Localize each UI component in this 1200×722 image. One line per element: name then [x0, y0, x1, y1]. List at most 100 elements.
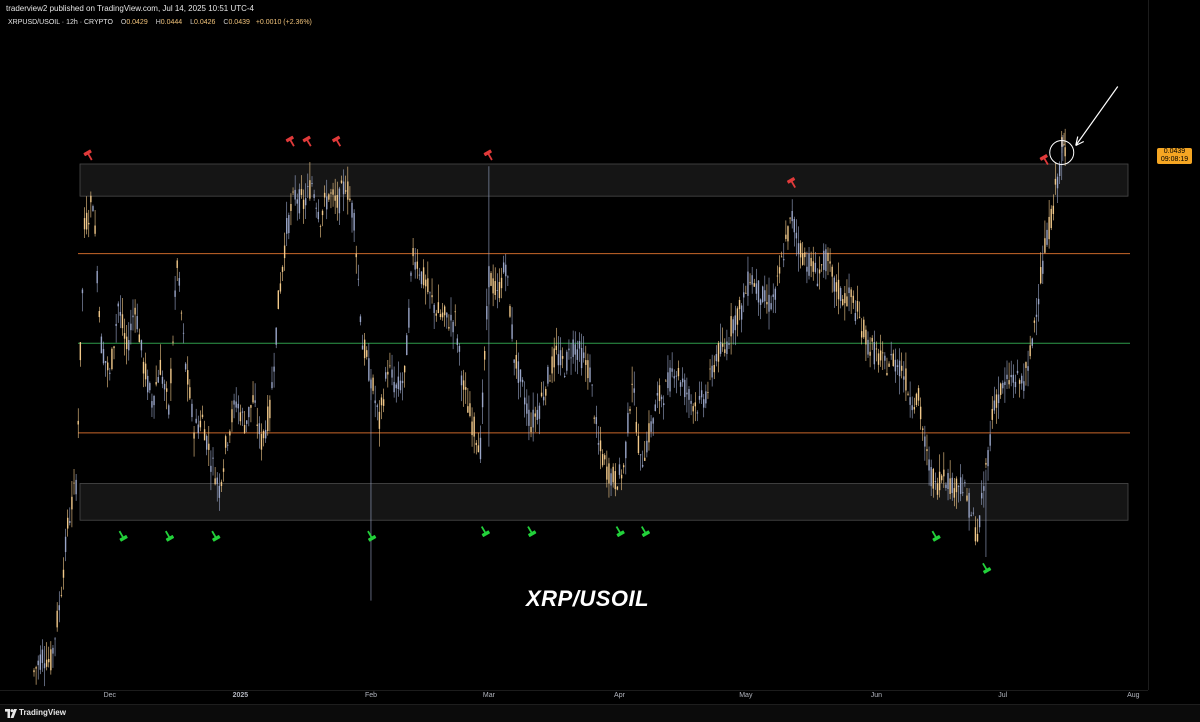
candle-body	[454, 311, 456, 313]
candle-body	[734, 315, 737, 331]
candle-body	[542, 396, 545, 401]
candle-body	[802, 253, 804, 265]
price-chart[interactable]: 0.05000.04900.04800.04700.04600.04500.04…	[0, 0, 1200, 721]
buy-marker-icon-head	[119, 535, 128, 542]
candle-body	[806, 266, 808, 272]
candle-body	[665, 380, 667, 382]
candle-body	[604, 455, 606, 460]
candle-body	[1004, 381, 1006, 385]
candle-body	[684, 379, 686, 398]
time-axis[interactable]	[0, 690, 1148, 705]
candle-body	[521, 379, 524, 383]
symbol-legend[interactable]: XRPUSD/USOIL · 12h · CRYPTO O0.0429 H0.0…	[8, 19, 312, 26]
candle-body	[279, 283, 282, 292]
highlight-arrow-line	[1075, 86, 1119, 146]
low-value: 0.0426	[194, 19, 216, 26]
candle-body	[580, 348, 583, 369]
candle-body	[926, 449, 928, 452]
candle-body	[41, 649, 44, 663]
chart-area[interactable]: 0.05000.04900.04800.04700.04600.04500.04…	[0, 0, 1200, 721]
candle-body	[827, 252, 829, 262]
candle-body	[269, 399, 271, 419]
candle-body	[462, 380, 465, 390]
price-axis[interactable]	[1148, 0, 1200, 690]
candle-body	[330, 192, 332, 194]
candle-body	[410, 272, 412, 276]
candle-body	[585, 360, 587, 365]
bar-countdown: 09:08:19	[1160, 156, 1189, 163]
candle-body	[974, 527, 977, 542]
candle-body	[616, 486, 619, 490]
candle-body	[414, 262, 416, 270]
candle-body	[502, 262, 505, 273]
candle-body	[201, 414, 204, 418]
candle-body	[477, 445, 480, 453]
candle-body	[648, 423, 650, 443]
candle-body	[210, 465, 212, 472]
footer-brand[interactable]: TradingView	[19, 708, 66, 717]
candle-body	[1016, 370, 1019, 374]
tradingview-logo-icon[interactable]	[5, 709, 17, 718]
candle-body	[890, 354, 892, 356]
candle-body	[907, 393, 909, 395]
candle-body	[776, 275, 779, 277]
candle-body	[351, 202, 353, 218]
candle-body	[922, 428, 924, 430]
candle-body	[366, 350, 368, 357]
candle-body	[842, 299, 844, 305]
candle-body	[622, 465, 625, 468]
candle-body	[1010, 374, 1012, 378]
candle-body	[715, 354, 718, 362]
candle-body	[589, 367, 591, 383]
candle-body	[496, 290, 499, 291]
candle-body	[656, 393, 659, 396]
candle-body	[494, 281, 496, 295]
published-caption: traderview2 published on TradingView.com…	[6, 4, 254, 13]
candle-body	[262, 431, 265, 439]
candle-body	[987, 450, 989, 467]
candle-body	[338, 188, 341, 214]
candle-body	[469, 403, 471, 417]
candle-body	[420, 271, 423, 285]
candle-body	[203, 429, 206, 441]
candle-body	[134, 307, 136, 315]
candle-body	[875, 348, 878, 350]
candle-body	[829, 261, 831, 264]
buy-marker-icon	[165, 530, 175, 542]
candle-body	[425, 279, 427, 287]
candle-body	[62, 569, 65, 578]
candle-body	[107, 362, 109, 371]
candle-body	[566, 351, 568, 371]
candle-body	[1021, 375, 1023, 384]
candle-body	[92, 206, 94, 212]
candle-body	[460, 375, 463, 386]
candle-body	[536, 409, 539, 421]
candle-body	[804, 252, 806, 258]
candle-body	[799, 243, 802, 258]
candle-body	[759, 299, 762, 305]
sell-marker-icon	[302, 135, 312, 147]
symbol-label[interactable]: XRPUSD/USOIL · 12h · CRYPTO	[8, 19, 113, 26]
candle-body	[1052, 205, 1055, 214]
candle-body	[231, 409, 233, 423]
candle-body	[818, 269, 821, 274]
candle-body	[736, 308, 739, 325]
candle-body	[73, 482, 75, 484]
zone-support	[79, 483, 1129, 521]
candle-body	[879, 350, 882, 361]
candle-body	[894, 359, 897, 372]
candle-body	[349, 198, 351, 201]
candle-body	[601, 454, 604, 466]
candle-body	[660, 396, 663, 400]
candle-body	[814, 262, 817, 272]
candle-body	[368, 358, 370, 381]
candle-body	[317, 211, 320, 220]
buy-marker-icon	[640, 526, 651, 537]
candle-body	[993, 400, 996, 411]
candle-body	[149, 383, 151, 391]
buy-marker-icon-handle	[480, 526, 486, 534]
candle-body	[698, 395, 701, 400]
candle-body	[557, 354, 560, 366]
candle-body	[300, 189, 303, 195]
candle-body	[363, 339, 366, 359]
